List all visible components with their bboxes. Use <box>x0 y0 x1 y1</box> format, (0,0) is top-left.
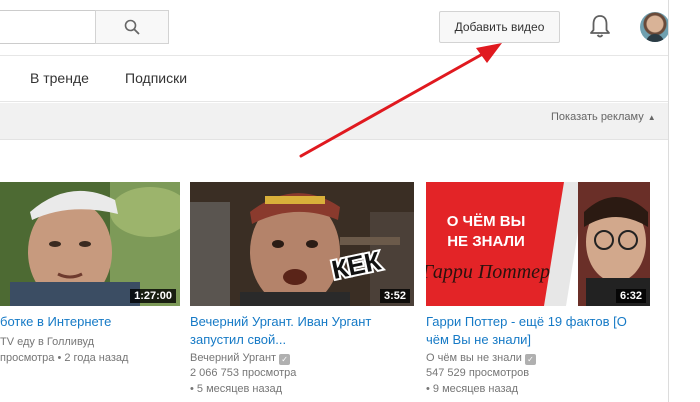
video-duration: 3:52 <box>379 289 410 303</box>
video-duration: 1:27:00 <box>130 289 176 303</box>
video-channel-3[interactable]: О чём вы не знали ✓ <box>426 350 536 366</box>
top-header: Добавить видео <box>0 0 670 56</box>
video-title-3[interactable]: Гарри Поттер - ещё 19 фактов [О чём Вы н… <box>426 313 650 349</box>
video-channel-name: Вечерний Ургант <box>190 352 277 364</box>
thumbnail-image: КЕК <box>190 182 414 306</box>
tab-trending[interactable]: В тренде <box>30 70 89 86</box>
youtube-page: Добавить видео В тренде Подписки Показат… <box>0 0 700 402</box>
video-channel-1[interactable]: TV еду в Голливуд <box>0 334 94 350</box>
video-title-1[interactable]: ботке в Интернете <box>0 313 111 331</box>
video-views-3: 547 529 просмотров <box>426 367 530 379</box>
video-stats-1: просмотра • 2 года назад <box>0 352 129 364</box>
verified-badge-icon: ✓ <box>279 354 291 365</box>
thumbnail-headline-line-1: О ЧЁМ ВЫ <box>447 213 526 230</box>
video-channel-2[interactable]: Вечерний Ургант ✓ <box>190 350 291 366</box>
show-ads-label: Показать рекламу <box>551 111 644 123</box>
feed-tabs: В тренде Подписки <box>0 57 668 102</box>
video-thumbnail-3[interactable]: О ЧЁМ ВЫ НЕ ЗНАЛИ Гарри Поттер 6:32 <box>426 182 650 306</box>
video-thumbnail-1[interactable]: 1:27:00 <box>0 182 180 306</box>
page-scrollbar[interactable] <box>668 0 700 402</box>
tab-subscriptions[interactable]: Подписки <box>125 70 187 86</box>
search-input[interactable] <box>0 10 96 44</box>
video-title-2[interactable]: Вечерний Ургант. Иван Ургант запустил св… <box>190 313 414 349</box>
thumbnail-image <box>0 182 180 306</box>
thumbnail-headline-line-2: НЕ ЗНАЛИ <box>447 233 525 250</box>
video-channel-name: О чём вы не знали <box>426 352 522 364</box>
video-views-2: 2 066 753 просмотра <box>190 367 297 379</box>
notifications-bell-icon[interactable] <box>589 14 611 40</box>
video-date-3: • 9 месяцев назад <box>426 383 519 395</box>
caret-up-icon: ▲ <box>647 112 656 122</box>
search-icon <box>124 19 140 35</box>
harry-potter-logo-text: Гарри Поттер <box>426 261 550 283</box>
video-date-2: • 5 месяцев назад <box>190 383 283 395</box>
search-button[interactable] <box>95 10 169 44</box>
add-video-button[interactable]: Добавить видео <box>439 11 560 43</box>
video-thumbnail-2[interactable]: КЕК 3:52 <box>190 182 414 306</box>
user-avatar[interactable] <box>640 12 670 42</box>
thumbnail-image: О ЧЁМ ВЫ НЕ ЗНАЛИ Гарри Поттер <box>426 182 650 306</box>
verified-badge-icon: ✓ <box>524 354 536 365</box>
show-ads-link[interactable]: Показать рекламу ▲ <box>551 111 656 123</box>
video-duration: 6:32 <box>615 289 646 303</box>
